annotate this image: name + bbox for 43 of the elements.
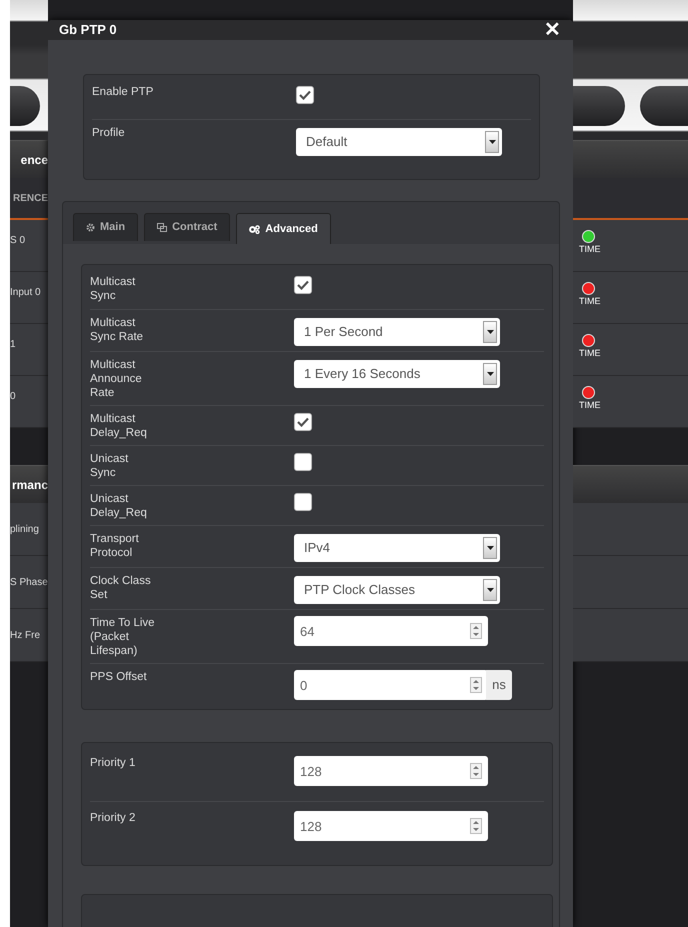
row-label: S Phase bbox=[10, 576, 48, 590]
status-label: TIME bbox=[579, 243, 600, 256]
row-label: plining bbox=[10, 522, 39, 536]
number-field[interactable]: 0 bbox=[294, 670, 488, 700]
status-label: TIME bbox=[579, 295, 600, 308]
row-label: Hz Fre bbox=[10, 628, 40, 642]
status-label: TIME bbox=[579, 399, 600, 412]
tab[interactable]: Advanced bbox=[236, 213, 331, 244]
tab[interactable]: Main bbox=[73, 213, 138, 241]
header-text: rmanc bbox=[12, 476, 48, 494]
field-label: Multicast Delay_Req bbox=[90, 412, 148, 440]
close-button[interactable]: ✕ bbox=[544, 20, 561, 40]
row-label: S 0 bbox=[10, 235, 26, 246]
row-label: 1 bbox=[10, 339, 16, 350]
dropdown[interactable]: 1 Every 16 Seconds bbox=[294, 360, 500, 388]
field-label: Multicast Sync bbox=[90, 275, 136, 303]
dialog-title: Gb PTP 0 bbox=[59, 21, 117, 40]
row-label: Input 0 bbox=[10, 287, 41, 298]
field-label: Unicast Delay_Req bbox=[90, 492, 148, 520]
field-label: Unicast Sync bbox=[90, 452, 130, 480]
status-label: TIME bbox=[579, 347, 600, 360]
field-label: PPS Offset bbox=[90, 670, 148, 684]
header-text: RENCE bbox=[12, 192, 48, 206]
field-label: Priority 1 bbox=[90, 756, 136, 770]
field-label: Multicast Sync Rate bbox=[90, 316, 144, 344]
number-field[interactable]: 64 bbox=[294, 616, 488, 646]
tab[interactable]: Contract bbox=[144, 213, 230, 241]
field-label: Transport Protocol bbox=[90, 532, 140, 560]
field-label: Profile bbox=[92, 126, 126, 140]
dropdown[interactable]: 1 Per Second bbox=[294, 318, 500, 346]
row-label: 0 bbox=[10, 391, 16, 402]
field-label: Clock Class Set bbox=[90, 574, 152, 602]
field-label: Multicast Announce Rate bbox=[90, 358, 143, 400]
dropdown[interactable]: PTP Clock Classes bbox=[294, 576, 500, 604]
number-field[interactable]: 128 bbox=[294, 756, 488, 786]
header-text: ence bbox=[20, 152, 48, 168]
field-label: Time To Live (Packet Lifespan) bbox=[90, 616, 155, 658]
number-field[interactable]: 128 bbox=[294, 811, 488, 841]
dropdown[interactable]: Default bbox=[296, 128, 502, 156]
field-label: Priority 2 bbox=[90, 811, 136, 825]
field-label: Enable PTP bbox=[92, 85, 154, 99]
dropdown[interactable]: IPv4 bbox=[294, 534, 500, 562]
unit-label: ns bbox=[486, 670, 512, 700]
